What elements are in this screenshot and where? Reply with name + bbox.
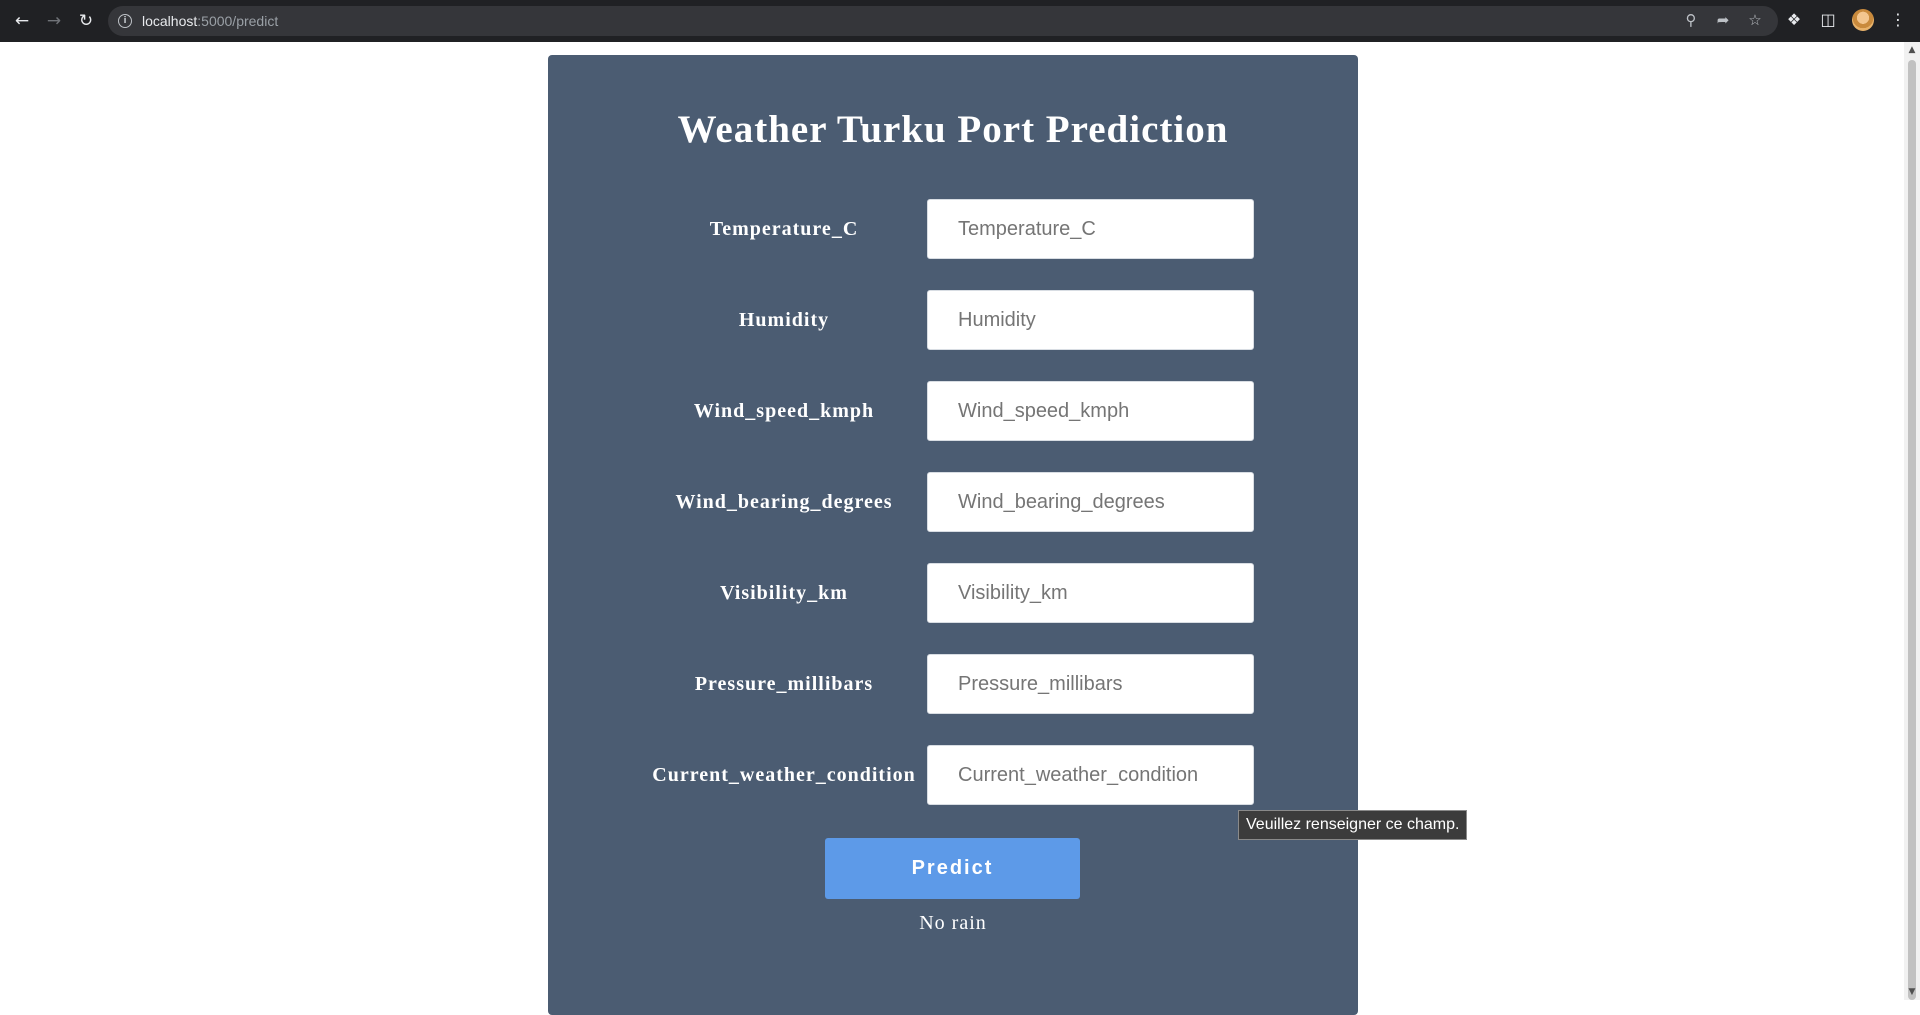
star-icon[interactable]: ☆ — [1746, 11, 1764, 29]
scroll-up-icon[interactable]: ▲ — [1904, 42, 1920, 58]
field-label: Pressure_millibars — [694, 672, 874, 695]
scroll-thumb[interactable] — [1908, 60, 1916, 1000]
humidity-input[interactable] — [927, 290, 1254, 350]
predict-button[interactable]: Predict — [825, 838, 1080, 899]
avatar[interactable] — [1852, 9, 1874, 31]
url-path: :5000/predict — [197, 13, 279, 29]
form-row-wind-bearing: Wind_bearing_degrees — [548, 472, 1358, 532]
share-icon[interactable]: ➦ — [1714, 11, 1732, 29]
visibility-input[interactable] — [927, 563, 1254, 623]
field-label: Humidity — [738, 308, 830, 331]
pressure-input[interactable] — [927, 654, 1254, 714]
address-bar[interactable]: i localhost:5000/predict ⚲ ➦ ☆ — [108, 6, 1778, 36]
form-row-visibility: Visibility_km — [548, 563, 1358, 623]
temperature-input[interactable] — [927, 199, 1254, 259]
url-text[interactable]: localhost:5000/predict — [142, 13, 278, 29]
field-label: Wind_speed_kmph — [693, 399, 875, 422]
prediction-result: No rain — [919, 912, 987, 934]
zoom-icon[interactable]: ⚲ — [1682, 11, 1700, 29]
form-row-pressure: Pressure_millibars — [548, 654, 1358, 714]
scroll-down-icon[interactable]: ▼ — [1904, 984, 1920, 1000]
field-label: Visibility_km — [720, 581, 848, 604]
info-icon[interactable]: i — [118, 14, 132, 28]
form-row-weather-condition: Current_weather_condition — [548, 745, 1358, 805]
back-icon[interactable]: ← — [10, 9, 34, 33]
url-host: localhost — [142, 13, 198, 29]
browser-toolbar: ← → ↻ i localhost:5000/predict ⚲ ➦ ☆ ❖ ◫… — [0, 0, 1920, 42]
weather-condition-input[interactable] — [927, 745, 1254, 805]
field-label: Wind_bearing_degrees — [675, 490, 893, 513]
wind-speed-input[interactable] — [927, 381, 1254, 441]
page-title: Weather Turku Port Prediction — [677, 108, 1229, 151]
form-row-wind-speed: Wind_speed_kmph — [548, 381, 1358, 441]
wind-bearing-input[interactable] — [927, 472, 1254, 532]
side-panel-icon[interactable]: ◫ — [1818, 10, 1838, 30]
form-row-temperature: Temperature_C — [548, 199, 1358, 259]
puzzle-icon[interactable]: ❖ — [1784, 10, 1804, 30]
validation-tooltip: Veuillez renseigner ce champ. — [1238, 810, 1468, 840]
reload-icon[interactable]: ↻ — [74, 9, 98, 33]
prediction-form-card: Weather Turku Port Prediction Temperatur… — [548, 55, 1358, 1015]
page-scrollbar[interactable]: ▲ ▼ — [1904, 42, 1920, 1000]
field-label: Current_weather_condition — [652, 763, 916, 786]
forward-icon[interactable]: → — [42, 9, 66, 33]
kebab-menu-icon[interactable]: ⋮ — [1888, 10, 1908, 30]
field-label: Temperature_C — [709, 217, 859, 240]
form-row-humidity: Humidity — [548, 290, 1358, 350]
